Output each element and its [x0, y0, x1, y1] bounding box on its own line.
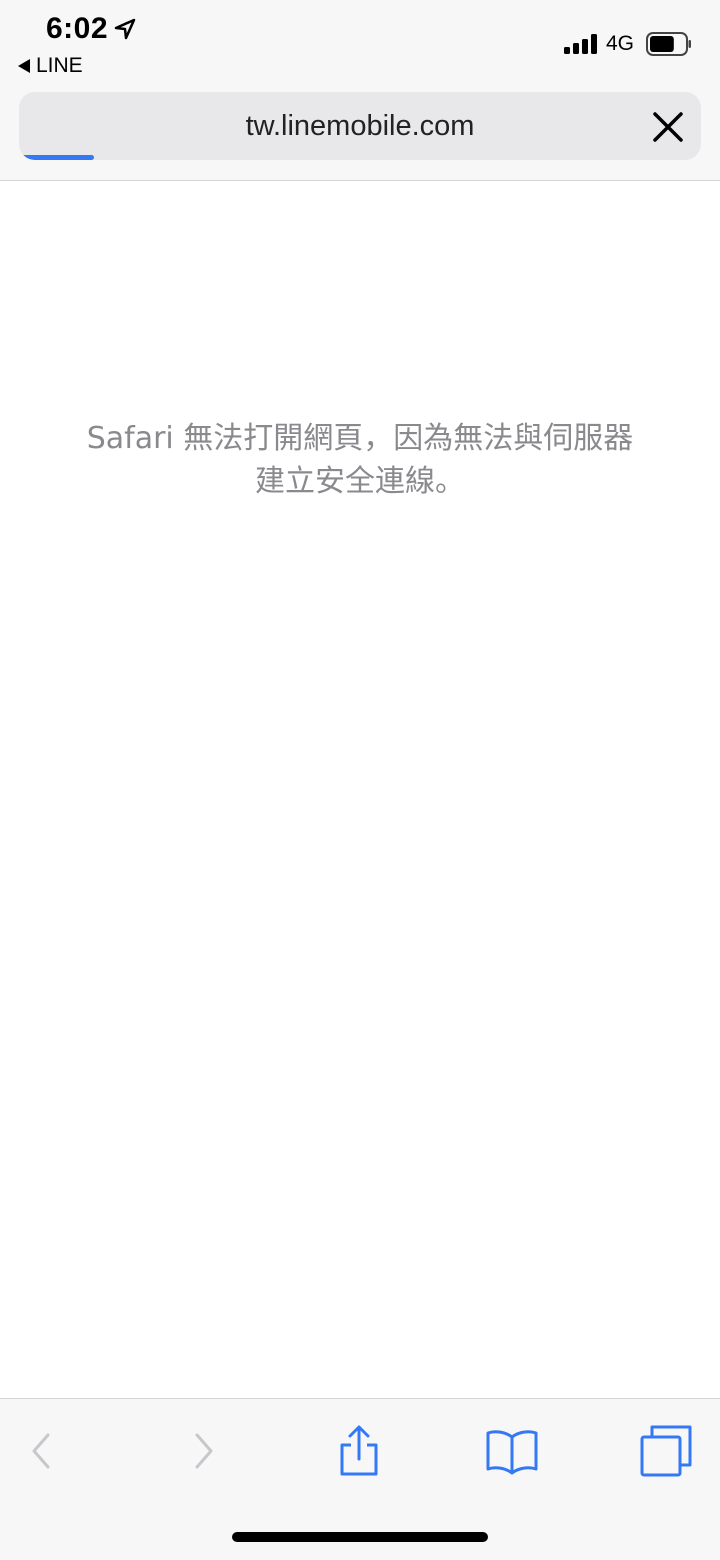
- back-triangle-icon: [18, 59, 30, 73]
- back-to-app-button[interactable]: LINE: [18, 54, 83, 78]
- address-bar[interactable]: tw.linemobile.com: [19, 92, 701, 160]
- back-app-label: LINE: [36, 54, 83, 77]
- share-icon[interactable]: [331, 1423, 387, 1479]
- battery-icon: [646, 32, 691, 56]
- cellular-signal-icon: [564, 34, 597, 54]
- page-load-progress-bar: [19, 155, 95, 160]
- status-bar: 6:02 LINE 4G: [0, 0, 720, 88]
- status-time: 6:02: [46, 12, 109, 45]
- tabs-icon[interactable]: [638, 1423, 694, 1479]
- location-arrow-icon: [114, 18, 136, 40]
- web-content: Safari 無法打開網頁，因為無法與伺服器建立安全連線。: [0, 181, 720, 1398]
- url-text[interactable]: tw.linemobile.com: [19, 92, 701, 160]
- close-icon[interactable]: [651, 110, 685, 144]
- error-message: Safari 無法打開網頁，因為無法與伺服器建立安全連線。: [86, 421, 634, 499]
- back-icon[interactable]: [14, 1423, 70, 1479]
- forward-icon[interactable]: [175, 1423, 231, 1479]
- home-indicator[interactable]: [232, 1532, 488, 1542]
- bookmarks-icon[interactable]: [484, 1423, 540, 1479]
- network-type: 4G: [606, 32, 635, 55]
- address-bar-container: tw.linemobile.com: [0, 88, 720, 181]
